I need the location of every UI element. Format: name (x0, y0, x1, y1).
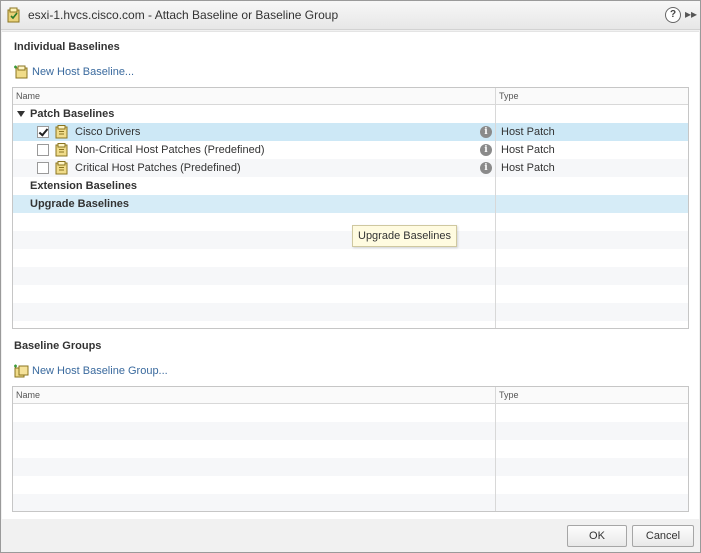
column-name[interactable]: Name (16, 390, 40, 400)
info-icon[interactable]: i (480, 144, 492, 156)
row-type: Host Patch (501, 162, 555, 174)
column-type[interactable]: Type (499, 390, 519, 400)
cancel-button[interactable]: Cancel (632, 525, 694, 547)
patch-baseline-icon (55, 143, 68, 157)
grid-header: Name Type (13, 88, 688, 105)
patch-baseline-icon (55, 125, 68, 139)
empty-row (13, 213, 688, 231)
baseline-groups-header: Baseline Groups (14, 340, 102, 352)
tooltip: Upgrade Baselines (352, 225, 457, 247)
group-row-patch-baselines[interactable]: Patch Baselines (13, 105, 688, 123)
empty-row (13, 231, 688, 249)
table-row[interactable]: Non-Critical Host Patches (Predefined) i… (13, 141, 688, 159)
row-checkbox[interactable] (37, 126, 49, 138)
baseline-groups-grid: Name Type (12, 386, 689, 512)
column-divider[interactable] (495, 387, 496, 511)
title-bar: esxi-1.hvcs.cisco.com - Attach Baseline … (1, 1, 700, 30)
row-type: Host Patch (501, 144, 555, 156)
empty-row (13, 249, 688, 267)
row-name: Cisco Drivers (75, 126, 141, 138)
empty-row (13, 303, 688, 321)
grid-header: Name Type (13, 387, 688, 404)
row-type: Host Patch (501, 126, 555, 138)
column-type[interactable]: Type (499, 91, 519, 101)
patch-baseline-icon (55, 161, 68, 175)
extension-baselines-label: Extension Baselines (30, 180, 137, 192)
baseline-attach-icon (7, 7, 20, 23)
empty-row (13, 494, 688, 511)
new-host-baseline-group-link[interactable]: New Host Baseline Group... (13, 364, 168, 378)
upgrade-baselines-label: Upgrade Baselines (30, 198, 130, 210)
dialog-body: Individual Baselines New Host Baseline..… (2, 31, 699, 519)
info-icon[interactable]: i (480, 162, 492, 174)
new-host-baseline-label: New Host Baseline... (32, 66, 135, 78)
empty-row (13, 404, 688, 422)
new-baseline-group-icon (14, 364, 29, 378)
table-row[interactable]: Critical Host Patches (Predefined) i Hos… (13, 159, 688, 177)
help-icon[interactable]: ? (665, 7, 681, 23)
row-name: Critical Host Patches (Predefined) (75, 162, 241, 174)
collapse-triangle-icon[interactable] (17, 111, 25, 117)
empty-row (13, 285, 688, 303)
empty-row (13, 458, 688, 476)
patch-baselines-label: Patch Baselines (30, 108, 115, 120)
empty-row (13, 267, 688, 285)
column-divider[interactable] (495, 88, 496, 328)
empty-row (13, 476, 688, 494)
new-baseline-icon (14, 65, 28, 79)
expand-icon[interactable]: ▸▸ (684, 6, 698, 22)
new-host-baseline-group-label: New Host Baseline Group... (32, 365, 168, 377)
group-row-extension-baselines[interactable]: Extension Baselines (13, 177, 688, 195)
empty-row (13, 422, 688, 440)
table-row[interactable]: Cisco Drivers i Host Patch (13, 123, 688, 141)
ok-button[interactable]: OK (567, 525, 627, 547)
individual-baselines-grid: Name Type Patch Baselines Cisco Drivers … (12, 87, 689, 329)
row-checkbox[interactable] (37, 144, 49, 156)
info-icon[interactable]: i (480, 126, 492, 138)
row-name: Non-Critical Host Patches (Predefined) (75, 144, 265, 156)
empty-row (13, 440, 688, 458)
group-row-upgrade-baselines[interactable]: Upgrade Baselines (13, 195, 688, 213)
row-checkbox[interactable] (37, 162, 49, 174)
column-name[interactable]: Name (16, 91, 40, 101)
new-host-baseline-link[interactable]: New Host Baseline... (13, 65, 134, 79)
individual-baselines-header: Individual Baselines (14, 41, 120, 53)
dialog-title: esxi-1.hvcs.cisco.com - Attach Baseline … (28, 8, 339, 22)
attach-baseline-dialog: esxi-1.hvcs.cisco.com - Attach Baseline … (0, 0, 701, 553)
